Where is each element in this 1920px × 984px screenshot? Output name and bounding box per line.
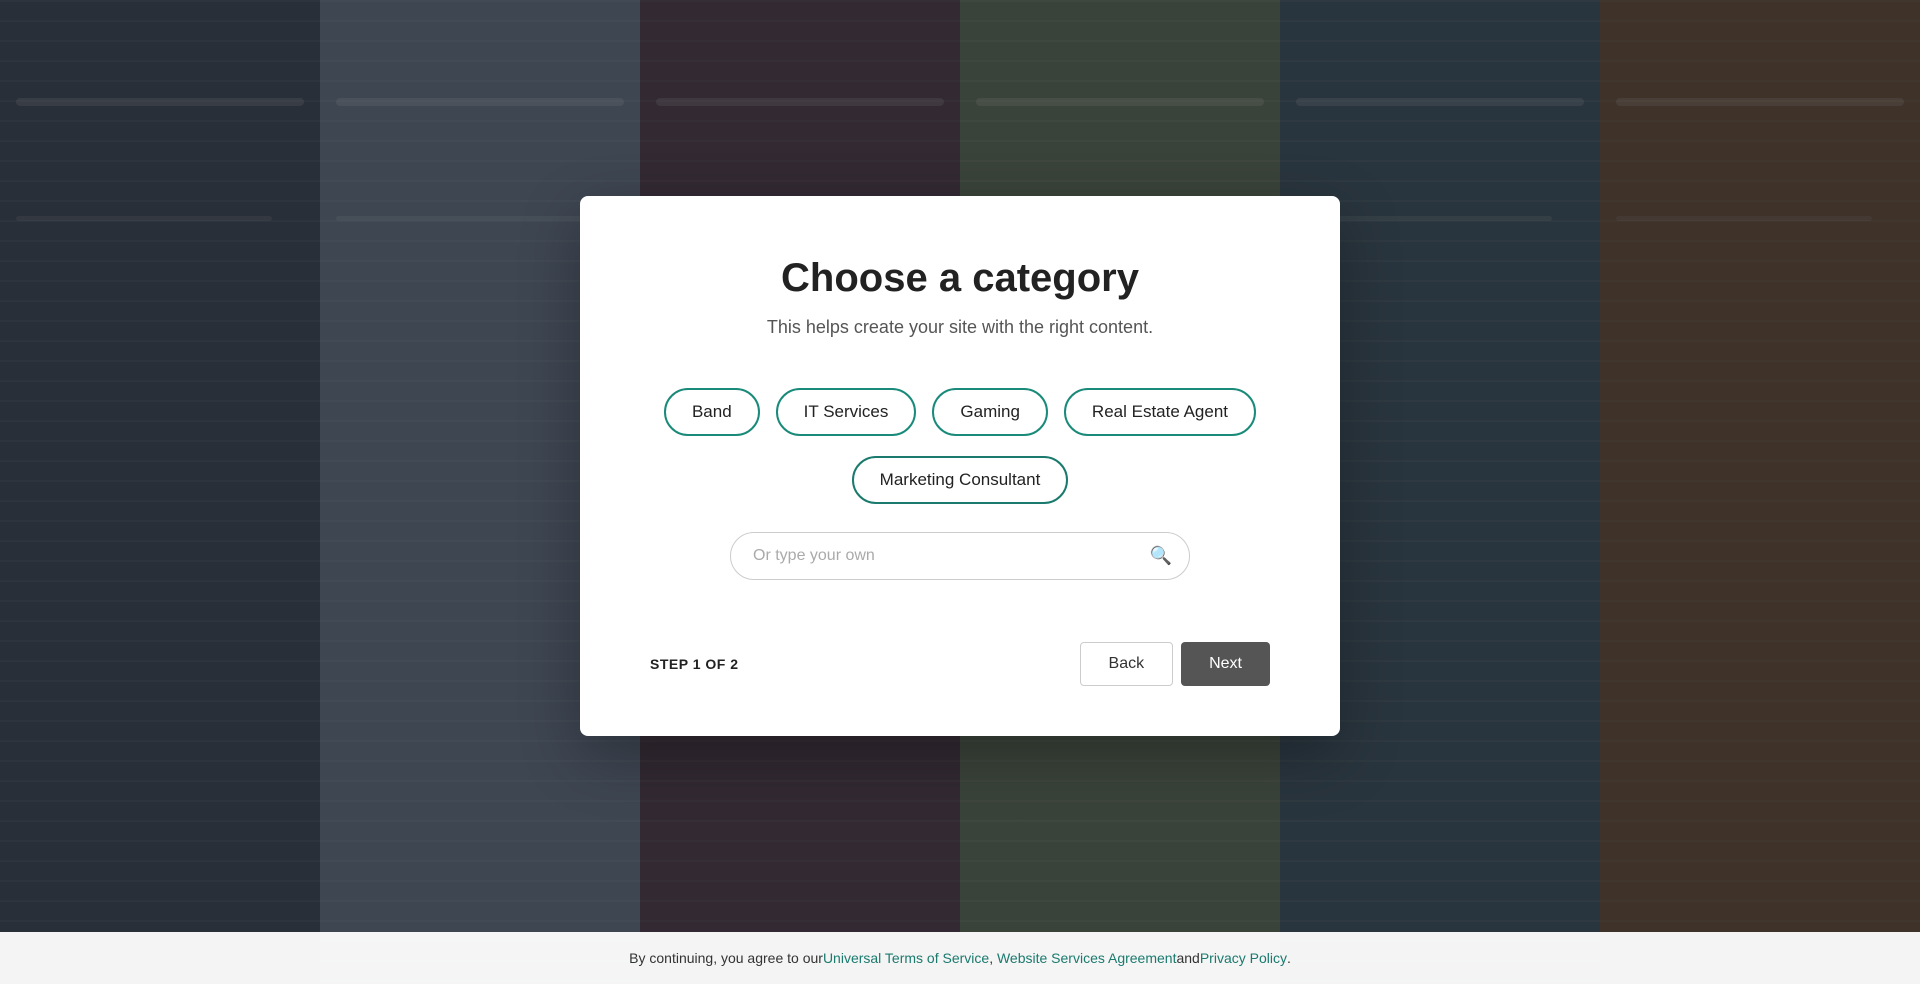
footer-buttons: Back Next [1080, 642, 1270, 686]
modal-overlay: Choose a category This helps create your… [0, 0, 1920, 984]
modal-footer: STEP 1 OF 2 Back Next [650, 602, 1270, 686]
category-modal: Choose a category This helps create your… [580, 196, 1340, 736]
footer-period: . [1287, 950, 1291, 966]
next-button[interactable]: Next [1181, 642, 1270, 686]
chips-container: Band IT Services Gaming Real Estate Agen… [664, 388, 1256, 436]
modal-subtitle: This helps create your site with the rig… [767, 317, 1153, 338]
chips-row-2: Marketing Consultant [852, 456, 1069, 504]
privacy-policy-link[interactable]: Privacy Policy [1200, 950, 1287, 966]
footer-comma: , [989, 950, 993, 966]
category-search-input[interactable] [730, 532, 1190, 580]
chip-it-services[interactable]: IT Services [776, 388, 917, 436]
footer-bar: By continuing, you agree to our Universa… [0, 932, 1920, 984]
chip-marketing-consultant[interactable]: Marketing Consultant [852, 456, 1069, 504]
chip-band[interactable]: Band [664, 388, 760, 436]
footer-text-before: By continuing, you agree to our [629, 950, 823, 966]
modal-title: Choose a category [781, 256, 1139, 301]
footer-and: and [1176, 950, 1199, 966]
chip-gaming[interactable]: Gaming [932, 388, 1048, 436]
back-button[interactable]: Back [1080, 642, 1174, 686]
search-icon: 🔍 [1150, 546, 1172, 567]
tos-link[interactable]: Universal Terms of Service [823, 950, 989, 966]
search-wrapper: 🔍 [730, 532, 1190, 580]
chip-real-estate-agent[interactable]: Real Estate Agent [1064, 388, 1256, 436]
wsa-link[interactable]: Website Services Agreement [997, 950, 1177, 966]
step-label: STEP 1 OF 2 [650, 656, 739, 672]
